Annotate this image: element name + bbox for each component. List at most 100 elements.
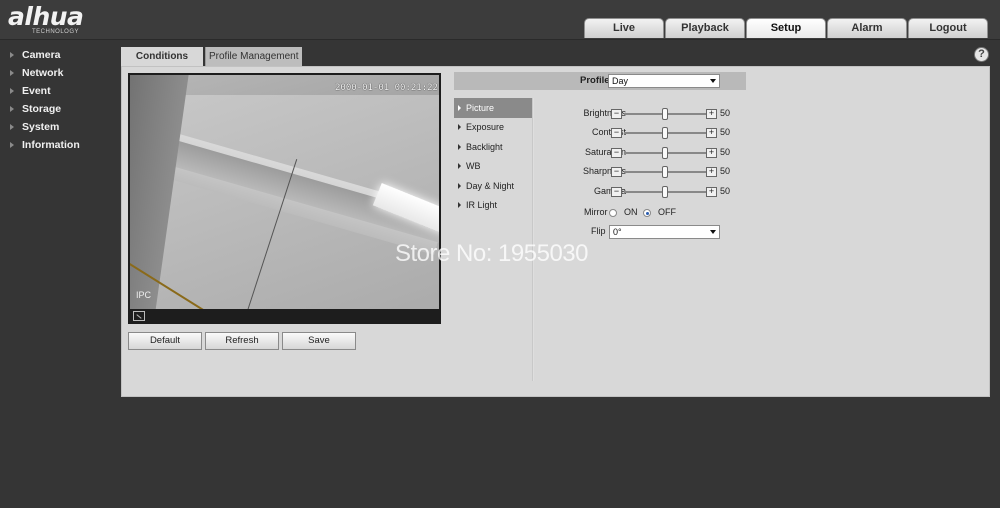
sidebar-item-information[interactable]: Information [0, 136, 118, 154]
sidebar: Camera Network Event Storage System Info… [0, 46, 118, 154]
saturation-slider-row: Saturation − + 50 [542, 146, 762, 160]
saturation-decrease-button[interactable]: − [611, 148, 622, 158]
sidebar-item-camera[interactable]: Camera [0, 46, 118, 64]
video-toolbar [128, 309, 441, 324]
subnav-item-backlight[interactable]: Backlight [454, 137, 532, 157]
profile-select[interactable]: Day [608, 74, 720, 88]
default-button[interactable]: Default [128, 332, 202, 350]
profile-label: Profile [580, 75, 610, 86]
contrast-slider-handle[interactable] [662, 127, 668, 139]
arrow-right-icon [458, 182, 461, 189]
gamma-increase-button[interactable]: + [706, 187, 717, 197]
tab-profile-management[interactable]: Profile Management [205, 47, 302, 66]
gamma-decrease-button[interactable]: − [611, 187, 622, 197]
subnav-item-wb[interactable]: WB [454, 157, 532, 177]
arrow-right-icon [458, 163, 461, 170]
subnav-item-label: Backlight [466, 141, 503, 152]
brightness-decrease-button[interactable]: − [611, 109, 622, 119]
mirror-off-radio[interactable] [643, 209, 651, 217]
flip-label: Flip [591, 226, 606, 236]
brightness-slider-handle[interactable] [662, 108, 668, 120]
subnav-item-day-night[interactable]: Day & Night [454, 176, 532, 196]
conditions-subnav: Picture Exposure Backlight WB Day & Nigh… [454, 98, 532, 215]
flip-row: Flip 0° [542, 225, 822, 239]
sidebar-item-label: Network [22, 67, 64, 79]
expand-arrow-icon [10, 106, 14, 112]
dahua-logo: alhua TECHNOLOGY [8, 4, 108, 36]
gamma-slider-row: Gamma − + 50 [542, 185, 762, 199]
sidebar-item-system[interactable]: System [0, 118, 118, 136]
gamma-slider-handle[interactable] [662, 186, 668, 198]
mirror-row: Mirror ON OFF [542, 206, 782, 220]
save-button[interactable]: Save [282, 332, 356, 350]
expand-arrow-icon [10, 70, 14, 76]
subnav-item-label: Day & Night [466, 180, 515, 191]
mirror-label: Mirror [584, 207, 608, 217]
chevron-down-icon [710, 230, 716, 234]
brightness-value: 50 [720, 108, 731, 118]
gamma-value: 50 [720, 186, 731, 196]
conditions-panel: 2000-01-01 00:21:22 IPC Default Refresh … [121, 66, 990, 397]
tab-conditions[interactable]: Conditions [121, 47, 203, 66]
sidebar-item-label: Storage [22, 103, 62, 115]
profile-bar: Profile Day [454, 72, 746, 90]
expand-arrow-icon [10, 124, 14, 130]
subnav-item-ir-light[interactable]: IR Light [454, 196, 532, 216]
mirror-off-label: OFF [658, 207, 676, 217]
brightness-increase-button[interactable]: + [706, 109, 717, 119]
flip-select[interactable]: 0° [609, 225, 720, 239]
sidebar-item-event[interactable]: Event [0, 82, 118, 100]
saturation-increase-button[interactable]: + [706, 148, 717, 158]
logo-tagline: TECHNOLOGY [32, 29, 80, 35]
subnav-item-label: Picture [466, 102, 495, 113]
sidebar-item-label: Event [22, 85, 51, 97]
logo-wordmark: alhua [8, 2, 84, 31]
sidebar-item-network[interactable]: Network [0, 64, 118, 82]
refresh-button[interactable]: Refresh [205, 332, 279, 350]
sidebar-item-storage[interactable]: Storage [0, 100, 118, 118]
sharpness-increase-button[interactable]: + [706, 167, 717, 177]
arrow-right-icon [458, 202, 461, 209]
fullscreen-icon[interactable] [133, 311, 145, 321]
osd-timestamp: 2000-01-01 00:21:22 [335, 83, 438, 93]
sharpness-decrease-button[interactable]: − [611, 167, 622, 177]
content-tabs: Conditions Profile Management [121, 47, 302, 66]
mirror-on-radio[interactable] [609, 209, 617, 217]
brightness-slider-row: Brightness − + 50 [542, 107, 762, 121]
sharpness-slider-row: Sharpness − + 50 [542, 165, 762, 179]
contrast-increase-button[interactable]: + [706, 128, 717, 138]
contrast-decrease-button[interactable]: − [611, 128, 622, 138]
tab-live[interactable]: Live [584, 18, 664, 38]
arrow-right-icon [458, 104, 461, 111]
tab-alarm[interactable]: Alarm [827, 18, 907, 38]
profile-select-value: Day [612, 76, 629, 86]
saturation-value: 50 [720, 147, 731, 157]
live-video-preview: 2000-01-01 00:21:22 IPC [128, 73, 441, 324]
store-watermark: Store No: 1955030 [395, 240, 588, 267]
sidebar-item-label: System [22, 121, 60, 133]
camera-image: 2000-01-01 00:21:22 IPC [130, 75, 439, 309]
top-navigation: Live Playback Setup Alarm Logout [584, 18, 989, 38]
subnav-item-label: IR Light [466, 200, 498, 211]
sharpness-slider-handle[interactable] [662, 166, 668, 178]
tab-logout[interactable]: Logout [908, 18, 988, 38]
help-icon[interactable]: ? [974, 47, 989, 62]
saturation-slider-handle[interactable] [662, 147, 668, 159]
contrast-slider-row: Contrast − + 50 [542, 126, 762, 140]
expand-arrow-icon [10, 88, 14, 94]
tab-playback[interactable]: Playback [665, 18, 745, 38]
mirror-on-label: ON [624, 207, 638, 217]
arrow-right-icon [458, 143, 461, 150]
sidebar-item-label: Camera [22, 49, 61, 61]
sharpness-value: 50 [720, 166, 731, 176]
contrast-value: 50 [720, 127, 731, 137]
sidebar-item-label: Information [22, 139, 80, 151]
subnav-item-picture[interactable]: Picture [454, 98, 532, 118]
expand-arrow-icon [10, 142, 14, 148]
subnav-item-label: WB [466, 161, 481, 172]
subnav-item-exposure[interactable]: Exposure [454, 118, 532, 138]
osd-channel-name: IPC [136, 290, 152, 300]
tab-setup[interactable]: Setup [746, 18, 826, 38]
expand-arrow-icon [10, 52, 14, 58]
flip-select-value: 0° [613, 227, 622, 237]
